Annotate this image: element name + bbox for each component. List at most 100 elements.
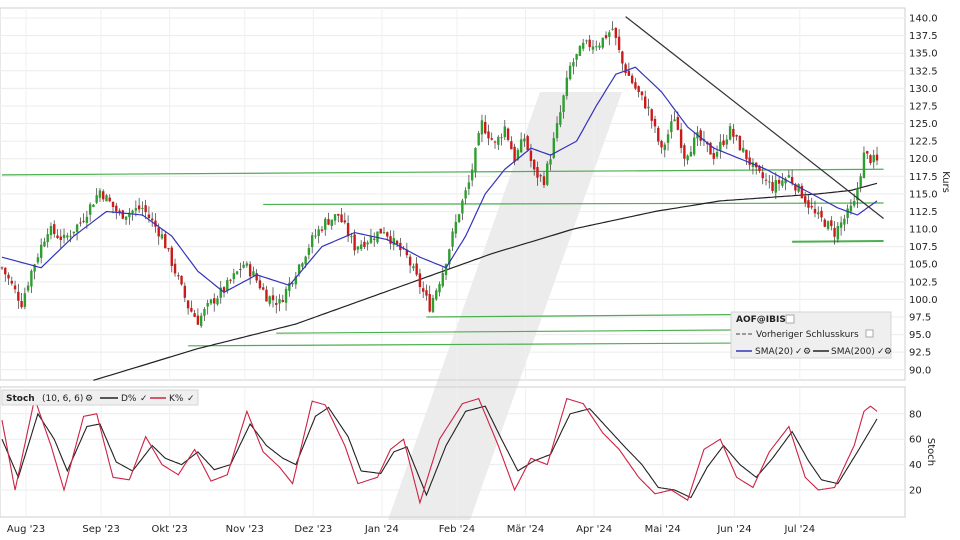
candle-body: [490, 138, 493, 140]
candle-body: [428, 294, 431, 312]
candle-body: [271, 295, 275, 301]
price-y-tick: 112.5: [909, 207, 938, 218]
candle-body: [167, 248, 170, 250]
candle-body: [627, 70, 631, 76]
candle-body: [369, 235, 373, 244]
candle-body: [761, 172, 764, 179]
candle-body: [741, 148, 745, 152]
price-y-tick: 125.0: [909, 119, 938, 130]
settings-icon[interactable]: ⚙: [85, 394, 93, 404]
price-y-tick: 102.5: [909, 277, 938, 288]
check-icon[interactable]: ✓: [795, 347, 803, 357]
settings-icon[interactable]: [785, 314, 795, 324]
candle-body: [480, 120, 484, 135]
settings-icon[interactable]: ⚙: [884, 347, 892, 357]
candle-body: [719, 141, 722, 151]
price-y-tick: 105.0: [909, 260, 938, 271]
candle-body: [497, 136, 500, 145]
check-icon[interactable]: ✓: [187, 394, 195, 404]
candle-body: [206, 302, 209, 307]
settings-icon[interactable]: ⚙: [803, 347, 811, 357]
candle-body: [595, 46, 598, 48]
candle-body: [317, 229, 320, 236]
candle-body: [748, 157, 751, 165]
stoch-y-tick: 40: [909, 460, 922, 471]
candle-body: [484, 121, 487, 134]
candle-body: [715, 151, 719, 157]
candle-body: [343, 220, 347, 223]
x-axis-tick-labels: Aug '23 Sep '23 Okt '23 Nov '23 Dez '23 Jan '…: [7, 524, 815, 535]
price-y-tick: 130.0: [909, 84, 938, 95]
candle-body: [150, 218, 154, 221]
candle-body: [281, 300, 284, 302]
stock-chart: 90.0 92.5 95.0 97.5 100.0 102.5 105.0 107.5 110.…: [0, 7, 951, 535]
check-icon[interactable]: ✓: [140, 394, 148, 404]
candle-body: [487, 131, 490, 139]
candle-body: [559, 112, 562, 125]
price-y-tick-labels: 90.0 92.5 95.0 97.5 100.0 102.5 105.0 107.5 110.…: [909, 14, 938, 377]
candle-body: [457, 214, 461, 223]
candle-body: [644, 96, 647, 109]
candle-body: [617, 36, 621, 50]
checkbox-icon[interactable]: [865, 329, 874, 338]
candle-body: [314, 235, 317, 237]
candle-body: [85, 216, 89, 223]
candle-body: [346, 223, 350, 237]
candle-body: [712, 152, 715, 159]
candle-body: [781, 180, 784, 186]
candle-body: [62, 234, 66, 239]
candle-body: [301, 263, 304, 267]
candle-body: [121, 210, 125, 219]
price-y-tick: 127.5: [909, 101, 938, 112]
candle-body: [190, 308, 193, 312]
candle-body: [546, 163, 549, 185]
x-tick-label: Dez '23: [294, 524, 332, 535]
candle-body: [604, 35, 608, 39]
price-y-tick: 100.0: [909, 295, 938, 306]
candle-body: [412, 266, 415, 269]
support-line: [263, 202, 884, 206]
candle-body: [379, 228, 382, 234]
candle-body: [235, 271, 239, 274]
candle-body: [732, 128, 735, 137]
candle-body: [265, 289, 268, 302]
candle-body: [278, 298, 281, 304]
candle-body: [105, 195, 108, 202]
candle-body: [173, 263, 177, 274]
candle-body: [474, 148, 477, 173]
candle-body: [650, 109, 653, 121]
x-tick-label: Sep '23: [82, 524, 120, 535]
candle-body: [869, 155, 872, 164]
candle-body: [239, 269, 242, 271]
x-tick-label: Okt '23: [152, 524, 188, 535]
candle-body: [177, 275, 180, 277]
candle-body: [268, 296, 271, 304]
candle-body: [513, 146, 516, 162]
candle-body: [493, 141, 497, 143]
candle-body: [333, 214, 337, 221]
candle-body: [725, 139, 729, 145]
candle-body: [421, 288, 425, 292]
candle-body: [226, 280, 229, 291]
candle-body: [36, 257, 40, 263]
candle-body: [245, 263, 249, 266]
candle-body: [634, 82, 637, 89]
candle-body: [203, 309, 206, 316]
candle-body: [382, 232, 386, 234]
price-y-tick: 120.0: [909, 154, 938, 165]
candle-body: [621, 51, 624, 64]
candle-body: [640, 91, 644, 96]
candle-body: [859, 176, 862, 187]
candle-body: [157, 227, 160, 237]
candle-body: [722, 140, 725, 146]
candle-body: [532, 159, 536, 170]
stoch-y-tick: 20: [909, 486, 922, 497]
candle-body: [23, 293, 27, 307]
candle-body: [59, 236, 62, 241]
candle-body: [572, 62, 575, 67]
candle-body: [415, 263, 418, 275]
candle-body: [275, 302, 278, 305]
x-tick-label: Mai '24: [645, 524, 681, 535]
candle-body: [666, 134, 670, 143]
candle-body: [660, 140, 663, 148]
